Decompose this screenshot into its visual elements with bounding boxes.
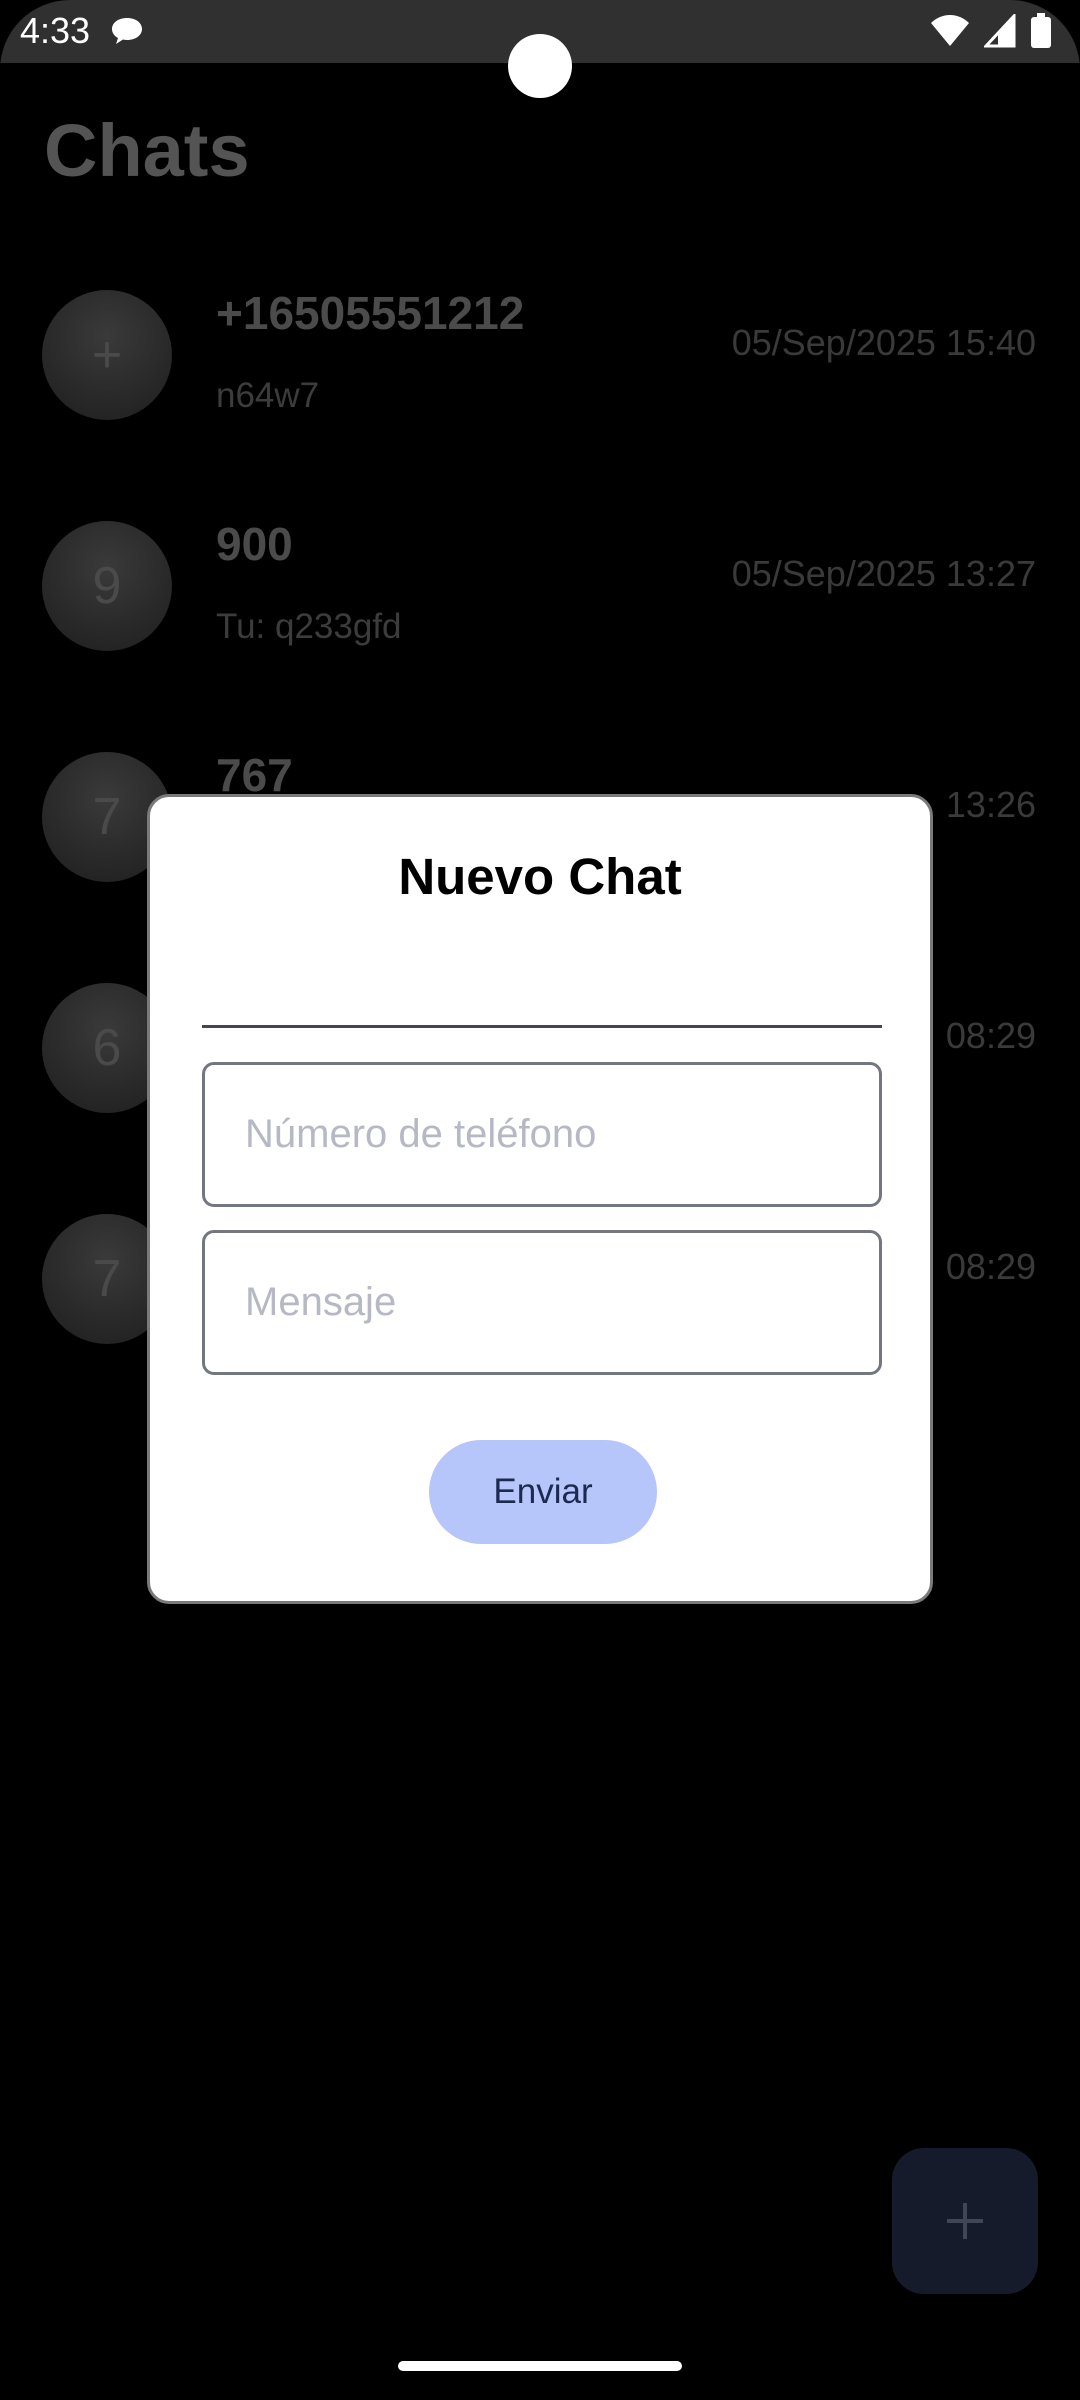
chat-bubble-notification-icon <box>112 18 142 44</box>
new-chat-fab-button[interactable] <box>892 2148 1038 2294</box>
chat-date: 08:29 <box>945 1015 1036 1056</box>
chat-preview: Tu: q233gfd <box>216 607 402 646</box>
status-time: 4:33 <box>20 10 91 51</box>
avatar: 9 <box>42 521 172 651</box>
plus-icon <box>947 2203 983 2239</box>
chat-name: +16505551212 <box>216 287 525 339</box>
status-icons <box>930 13 1052 49</box>
chat-row[interactable]: + +16505551212 n64w7 05/Sep/2025 15:40 <box>0 270 1080 470</box>
cellular-signal-icon <box>984 14 1016 48</box>
home-indicator[interactable] <box>398 2361 682 2371</box>
page-title: Chats <box>44 109 250 192</box>
wifi-icon <box>931 15 969 46</box>
message-input[interactable] <box>202 1230 882 1375</box>
send-button[interactable]: Enviar <box>429 1440 657 1544</box>
chat-row[interactable]: 9 900 Tu: q233gfd 05/Sep/2025 13:27 <box>0 501 1080 701</box>
dialog-title: Nuevo Chat <box>398 848 682 905</box>
battery-icon <box>1031 13 1051 48</box>
phone-number-input[interactable] <box>202 1062 882 1207</box>
chat-date: 05/Sep/2025 15:40 <box>731 322 1036 363</box>
screen: 4:33 Chats + +16505551212 n64w7 05/Sep/2… <box>0 0 1080 2400</box>
new-chat-dialog: Nuevo Chat Enviar <box>147 794 933 1604</box>
chat-date: 08:29 <box>945 1246 1036 1287</box>
chat-date: 05/Sep/2025 13:27 <box>731 553 1036 594</box>
avatar: + <box>42 290 172 420</box>
chat-name: 900 <box>216 518 293 570</box>
camera-cutout <box>508 34 572 98</box>
chat-preview: n64w7 <box>216 376 320 415</box>
chat-date: 13:26 <box>945 784 1036 825</box>
underlined-text-field[interactable] <box>202 973 882 1028</box>
